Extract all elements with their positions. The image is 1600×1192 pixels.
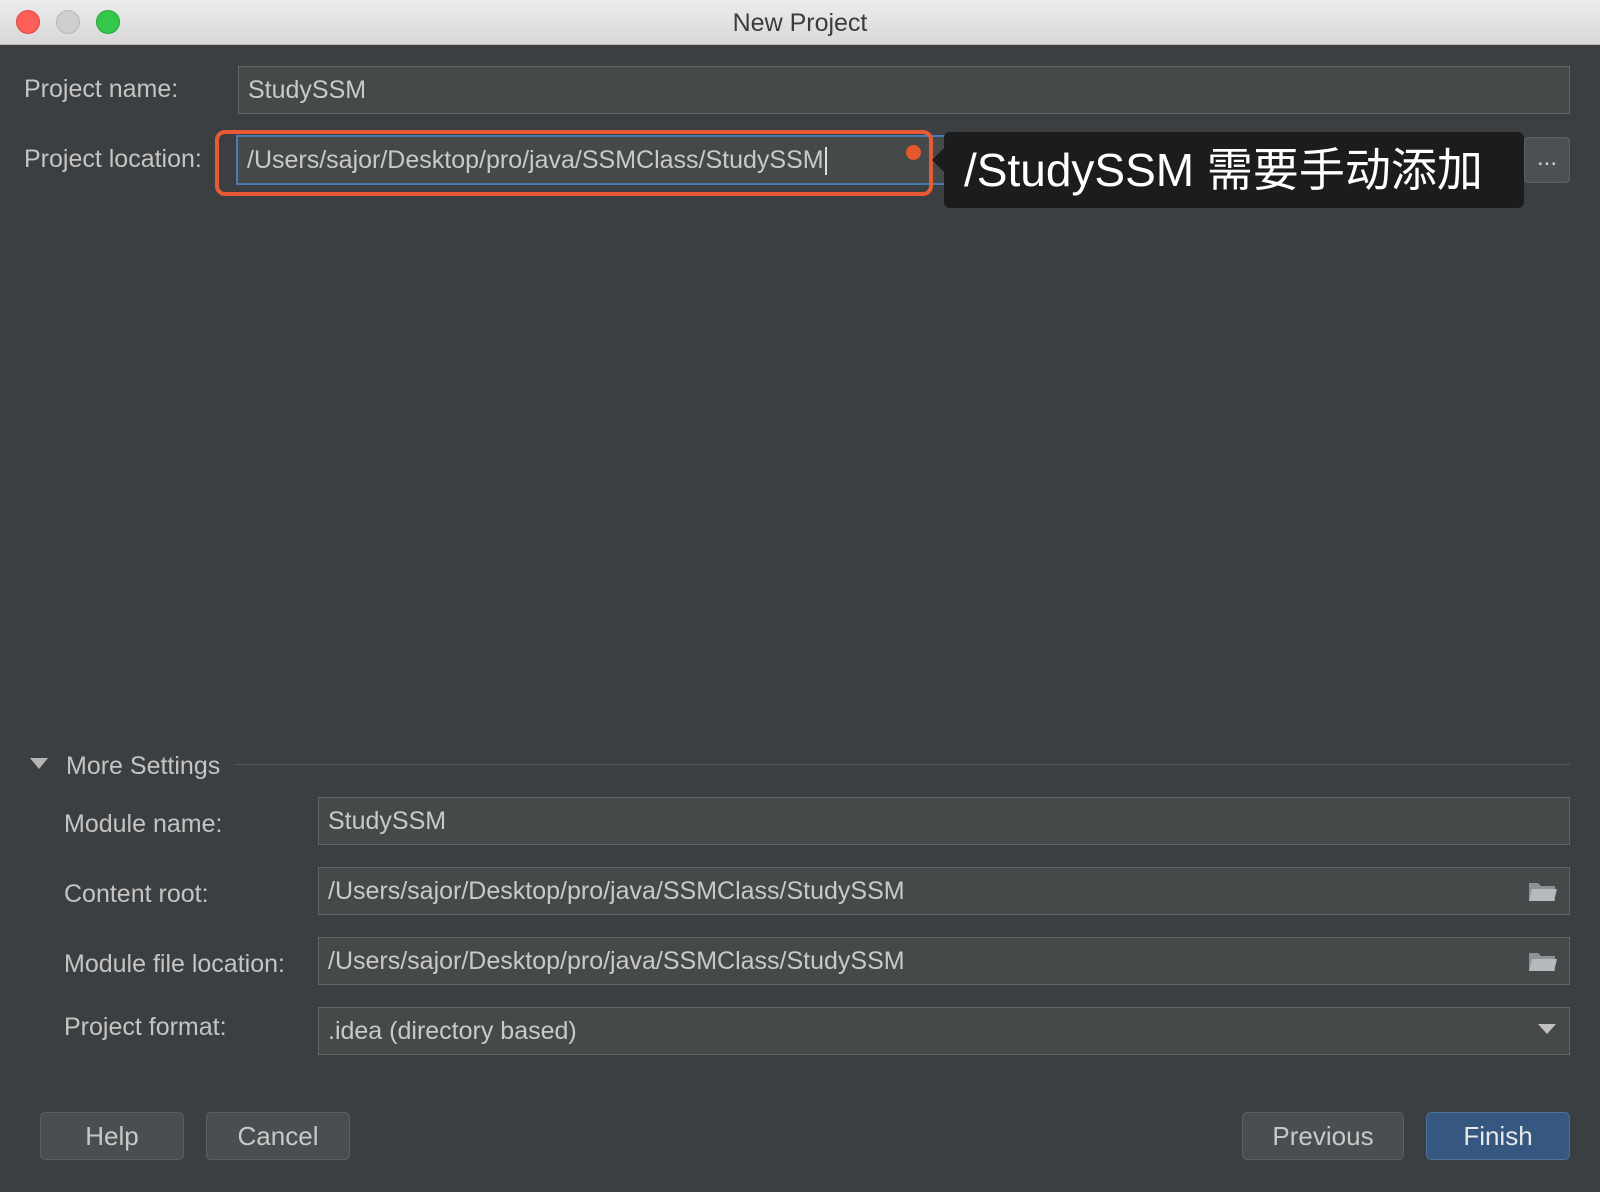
section-divider — [235, 764, 1570, 765]
collapse-triangle-icon[interactable] — [30, 758, 48, 769]
project-location-label: Project location: — [24, 145, 202, 173]
module-file-label: Module file location: — [64, 950, 285, 978]
folder-icon[interactable] — [1528, 950, 1558, 972]
finish-button[interactable]: Finish — [1426, 1112, 1570, 1160]
project-format-label: Project format: — [64, 1013, 227, 1041]
folder-icon[interactable] — [1528, 880, 1558, 902]
content-root-input[interactable]: /Users/sajor/Desktop/pro/java/SSMClass/S… — [318, 867, 1570, 915]
module-file-input[interactable]: /Users/sajor/Desktop/pro/java/SSMClass/S… — [318, 937, 1570, 985]
content-root-label: Content root: — [64, 880, 209, 908]
title-bar: New Project — [0, 0, 1600, 45]
chevron-down-icon[interactable] — [1538, 1024, 1556, 1034]
tooltip-arrow — [932, 148, 944, 172]
previous-button[interactable]: Previous — [1242, 1112, 1404, 1160]
more-settings-title[interactable]: More Settings — [66, 752, 220, 781]
annotation-tooltip: /StudySSM 需要手动添加 — [944, 132, 1524, 208]
browse-location-button[interactable]: ... — [1524, 137, 1570, 183]
project-format-select[interactable]: .idea (directory based) — [318, 1007, 1570, 1055]
project-name-input[interactable]: StudySSM — [238, 66, 1570, 114]
project-name-label: Project name: — [24, 75, 179, 103]
window-title: New Project — [732, 9, 868, 37]
module-name-label: Module name: — [64, 810, 223, 838]
error-indicator-icon — [906, 145, 921, 160]
help-button[interactable]: Help — [40, 1112, 184, 1160]
cancel-button[interactable]: Cancel — [206, 1112, 350, 1160]
module-name-input[interactable]: StudySSM — [318, 797, 1570, 845]
annotation-highlight-box — [215, 130, 933, 196]
